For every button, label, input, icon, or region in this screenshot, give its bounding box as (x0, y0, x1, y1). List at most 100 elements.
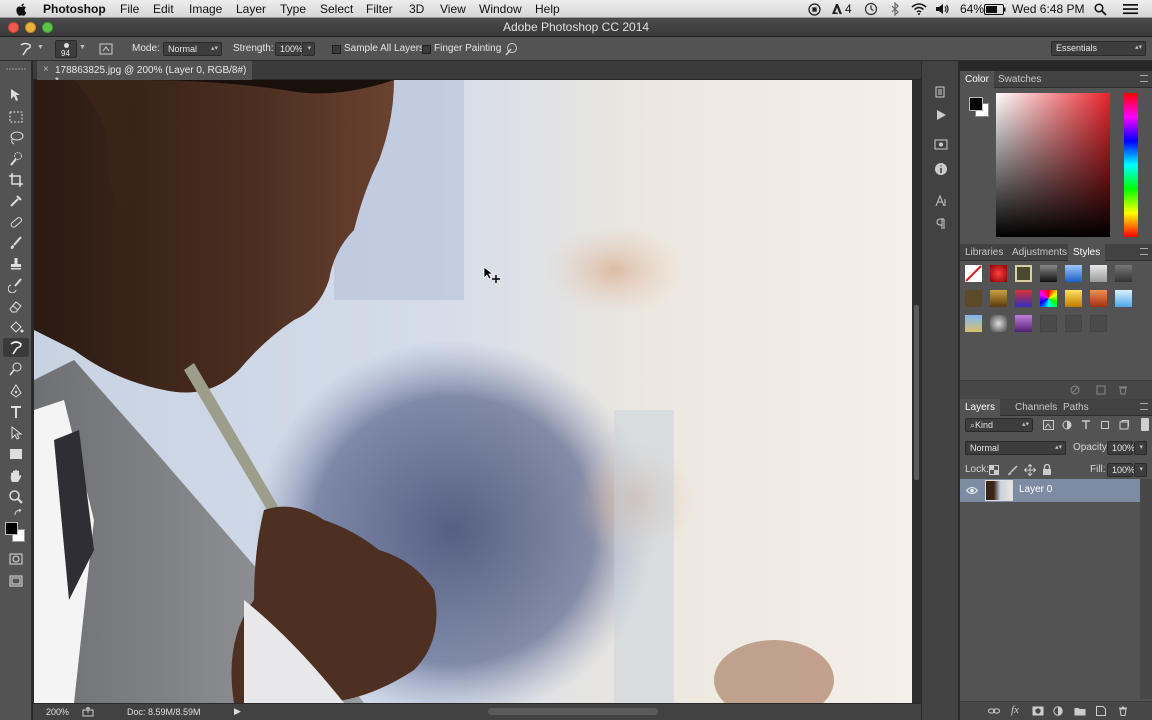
share-icon[interactable] (82, 707, 94, 717)
foreground-color-swatch[interactable] (5, 522, 18, 535)
style-swatch[interactable] (965, 315, 982, 332)
menu-clock[interactable]: Wed 6:48 PM (1012, 2, 1084, 16)
volume-icon[interactable] (935, 3, 950, 15)
character-panel-icon[interactable] (934, 194, 948, 208)
quick-mask-icon[interactable] (8, 551, 24, 567)
move-tool-icon[interactable] (8, 87, 24, 103)
fill-input[interactable]: 100% (1107, 463, 1135, 477)
lock-all-icon[interactable] (1042, 464, 1052, 476)
trash-icon[interactable] (1118, 385, 1128, 395)
menu-edit[interactable]: Edit (153, 2, 174, 16)
panel-menu-icon[interactable] (1140, 75, 1148, 82)
panel-menu-icon[interactable] (1140, 248, 1148, 255)
menu-view[interactable]: View (440, 2, 466, 16)
vertical-scroll-thumb[interactable] (914, 305, 919, 480)
layers-scroll-track[interactable] (1140, 479, 1152, 699)
strength-slider-button[interactable]: ▾ (302, 42, 315, 56)
style-swatch[interactable] (990, 315, 1007, 332)
zoom-level[interactable]: 200% (46, 707, 69, 717)
close-document-icon[interactable]: × (43, 64, 49, 75)
healing-brush-tool-icon[interactable] (8, 214, 24, 230)
hue-spectrum-slider[interactable] (1124, 93, 1138, 237)
apple-icon[interactable] (16, 3, 28, 16)
style-swatch-empty[interactable] (1090, 315, 1107, 332)
panel-collapse-icon[interactable] (4, 67, 28, 71)
filter-shape-icon[interactable] (1100, 420, 1110, 430)
horizontal-scroll-thumb[interactable] (488, 708, 658, 715)
filter-adjustment-icon[interactable] (1062, 420, 1072, 430)
notification-center-icon[interactable] (1123, 3, 1138, 15)
brush-size-picker[interactable]: 94 (55, 40, 77, 58)
new-style-icon[interactable] (1096, 385, 1106, 395)
menu-window[interactable]: Window (479, 2, 522, 16)
type-tool-icon[interactable] (8, 404, 24, 420)
menu-type[interactable]: Type (280, 2, 306, 16)
style-swatch[interactable] (1065, 265, 1082, 282)
eyedropper-tool-icon[interactable] (8, 193, 24, 209)
fill-slider-button[interactable]: ▾ (1134, 463, 1147, 477)
layer-name[interactable]: Layer 0 (1019, 484, 1052, 495)
time-machine-icon[interactable] (864, 2, 878, 16)
zoom-tool-icon[interactable] (8, 489, 24, 505)
canvas-vertical-scrollbar[interactable] (912, 80, 921, 703)
workspace-switcher[interactable]: Essentials ▴▾ (1051, 41, 1146, 56)
tab-adjustments[interactable]: Adjustments (1007, 244, 1072, 261)
style-swatch[interactable] (1115, 290, 1132, 307)
new-group-folder-icon[interactable] (1074, 706, 1086, 716)
properties-panel-icon[interactable] (934, 138, 948, 152)
style-swatch[interactable] (1090, 290, 1107, 307)
style-swatch[interactable] (1065, 290, 1082, 307)
tab-styles[interactable]: Styles (1068, 244, 1106, 261)
menu-filter[interactable]: Filter (366, 2, 393, 16)
marquee-tool-icon[interactable] (8, 109, 24, 125)
crop-tool-icon[interactable] (8, 172, 24, 188)
brush-panel-toggle-icon[interactable] (99, 42, 113, 56)
style-swatch[interactable] (1090, 265, 1107, 282)
style-swatch[interactable] (965, 290, 982, 307)
style-swatch[interactable] (1115, 265, 1132, 282)
panel-menu-icon[interactable] (1140, 403, 1148, 410)
spotlight-search-icon[interactable] (1094, 3, 1107, 16)
brush-dropdown-arrow[interactable]: ▼ (79, 44, 86, 51)
info-panel-icon[interactable] (934, 162, 948, 176)
layer-filter-kind-select[interactable]: ⌕Kind ▴▾ (965, 418, 1033, 432)
brush-tool-icon[interactable] (8, 235, 24, 251)
hand-tool-icon[interactable] (8, 468, 24, 484)
app-menu[interactable]: Photoshop (43, 2, 106, 16)
document-tab[interactable]: × 178863825.jpg @ 200% (Layer 0, RGB/8#)… (37, 61, 252, 87)
menu-select[interactable]: Select (320, 2, 353, 16)
menu-layer[interactable]: Layer (236, 2, 266, 16)
tab-color[interactable]: Color (960, 71, 994, 88)
lock-image-pixels-icon[interactable] (1007, 465, 1018, 476)
menu-help[interactable]: Help (535, 2, 560, 16)
battery-icon[interactable] (984, 4, 1006, 15)
style-swatch[interactable] (990, 265, 1007, 282)
mode-select[interactable]: Normal ▴▾ (163, 42, 222, 56)
status-menu-arrow[interactable]: ▶ (234, 706, 241, 717)
layer-row[interactable]: Layer 0 (960, 479, 1140, 502)
style-swatch[interactable] (1015, 315, 1032, 332)
menu-file[interactable]: File (120, 2, 139, 16)
smudge-tool-icon[interactable] (8, 340, 24, 356)
layer-style-fx-icon[interactable]: fx (1011, 704, 1019, 716)
sample-all-layers-checkbox[interactable] (332, 45, 341, 54)
wifi-icon[interactable] (911, 3, 927, 15)
filter-pixel-icon[interactable] (1043, 420, 1054, 430)
screen-mode-icon[interactable] (8, 573, 24, 589)
add-mask-icon[interactable] (1032, 706, 1044, 716)
clone-stamp-tool-icon[interactable] (8, 256, 24, 272)
lock-position-icon[interactable] (1024, 464, 1036, 476)
tab-channels[interactable]: Channels (1010, 399, 1062, 416)
swap-colors-icon[interactable] (14, 509, 26, 516)
history-brush-tool-icon[interactable] (8, 277, 24, 293)
adobe-creative-cloud-icon[interactable] (831, 3, 843, 15)
tab-swatches[interactable]: Swatches (993, 71, 1046, 88)
style-swatch[interactable] (1015, 290, 1032, 307)
color-field[interactable] (996, 93, 1110, 237)
style-swatch-none[interactable] (965, 265, 982, 282)
style-swatch-empty[interactable] (1040, 315, 1057, 332)
filter-type-icon[interactable] (1081, 420, 1091, 430)
lock-transparent-pixels-icon[interactable] (989, 465, 999, 475)
link-layers-icon[interactable] (988, 706, 1000, 716)
filter-smart-object-icon[interactable] (1119, 420, 1129, 430)
